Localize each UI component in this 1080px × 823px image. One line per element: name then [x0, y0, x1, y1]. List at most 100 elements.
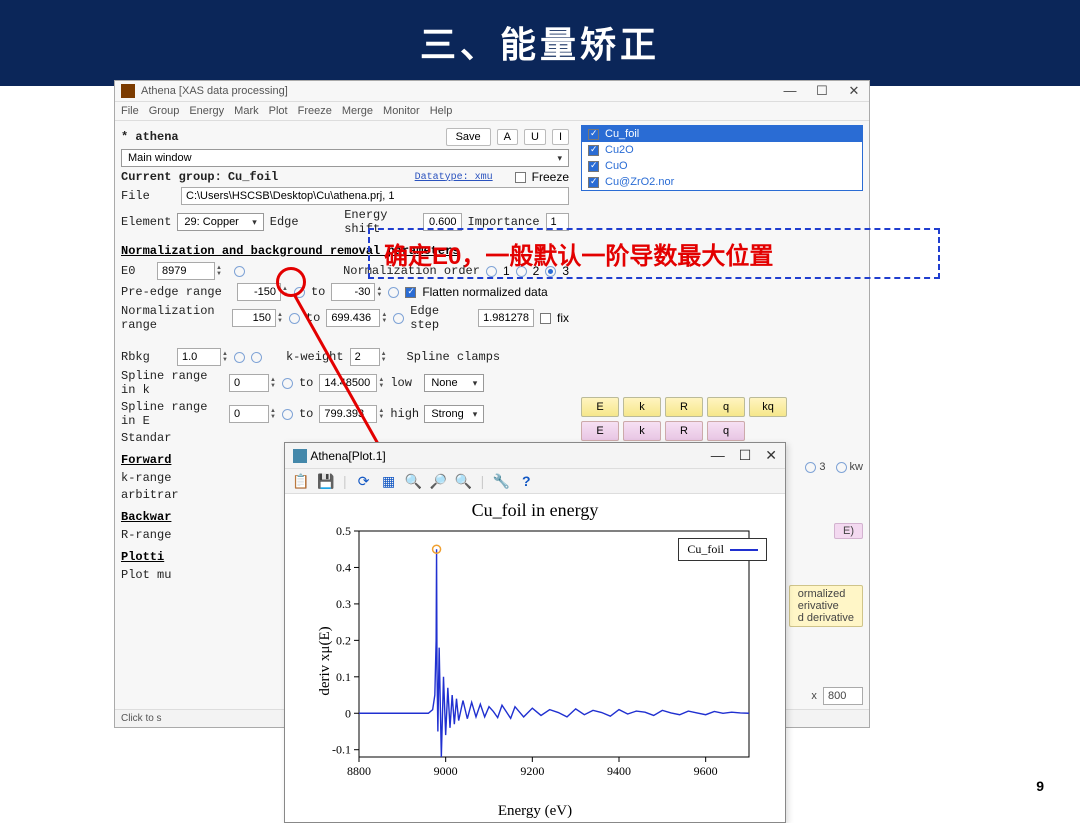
freeze-checkbox[interactable] [515, 172, 526, 183]
menu-mark[interactable]: Mark [234, 105, 258, 117]
current-group: Cu_foil [228, 170, 278, 184]
menu-freeze[interactable]: Freeze [298, 105, 332, 117]
btn-u[interactable]: U [524, 129, 546, 145]
group-item[interactable]: Cu_foil [582, 126, 862, 142]
maximize-button[interactable]: ☐ [813, 83, 831, 99]
group-checkbox[interactable] [588, 177, 599, 188]
menu-file[interactable]: File [121, 105, 139, 117]
app-icon [121, 84, 135, 98]
plot-window: Athena[Plot.1] — ☐ ✕ 📋 💾 | ⟳ ▦ 🔍 🔎 🔍 | 🔧… [284, 442, 786, 823]
clamp-low-dropdown[interactable]: None [424, 374, 484, 392]
plot-buttons-row1: EkRqkq [581, 397, 863, 417]
group-list[interactable]: Cu_foilCu2OCuOCu@ZrO2.nor [581, 125, 863, 191]
norm-hi-pick[interactable] [393, 313, 404, 324]
plot-maximize[interactable]: ☐ [739, 447, 752, 464]
rbkg-pick2[interactable] [251, 352, 262, 363]
help-icon[interactable]: ? [518, 473, 534, 489]
chart-title: Cu_foil in energy [285, 500, 785, 521]
preedge-hi-pick[interactable] [388, 287, 399, 298]
menu-plot[interactable]: Plot [269, 105, 288, 117]
grid-icon[interactable]: ▦ [381, 473, 397, 489]
fix-checkbox[interactable] [540, 313, 551, 324]
chart-canvas: 88009000920094009600-0.100.10.20.30.40.5 [305, 521, 765, 791]
splinek-lo-pick[interactable] [282, 378, 293, 389]
kweight-field[interactable]: 2▲▼ [350, 348, 387, 366]
norm-lo-field[interactable]: 150▲▼ [232, 309, 283, 327]
reset-zoom-icon[interactable]: 🔍 [456, 473, 472, 489]
refresh-icon[interactable]: ⟳ [356, 473, 372, 489]
menu-monitor[interactable]: Monitor [383, 105, 420, 117]
x-axis-label: Energy (eV) [498, 803, 572, 820]
settings-icon[interactable]: 🔧 [493, 473, 509, 489]
spline-k-label: Spline range in k [121, 369, 223, 397]
element-label: Element [121, 215, 171, 229]
group-item[interactable]: Cu2O [582, 142, 862, 158]
menu-group[interactable]: Group [149, 105, 180, 117]
normrange-label: Normalization range [121, 304, 226, 332]
splinee-hi[interactable]: 799.393▲▼ [319, 405, 384, 423]
close-button[interactable]: ✕ [845, 83, 863, 99]
krange-label: k-range [121, 471, 171, 485]
plot-space-k[interactable]: k [623, 397, 661, 417]
element-dropdown[interactable]: 29: Copper [177, 213, 263, 231]
annotation-text-box: 确定E0，一般默认一阶导数最大位置 [368, 228, 940, 279]
plot-toolbar[interactable]: 📋 💾 | ⟳ ▦ 🔍 🔎 🔍 | 🔧 ? [285, 469, 785, 494]
e0-pick-button[interactable] [234, 266, 245, 277]
plot-space-e[interactable]: E [581, 421, 619, 441]
splinee-lo[interactable]: 0▲▼ [229, 405, 276, 423]
group-checkbox[interactable] [588, 129, 599, 140]
to-label2: to [306, 311, 320, 325]
group-checkbox[interactable] [588, 145, 599, 156]
norm-lo-pick[interactable] [289, 313, 300, 324]
rbkg-field[interactable]: 1.0▲▼ [177, 348, 228, 366]
svg-text:0: 0 [345, 706, 351, 720]
spline-clamps-label: Spline clamps [407, 350, 501, 364]
datatype-link[interactable]: Datatype: xmu [415, 172, 493, 183]
splinek-hi[interactable]: 14.48500▲▼ [319, 374, 384, 392]
plot-space-kq[interactable]: kq [749, 397, 787, 417]
clamp-high-dropdown[interactable]: Strong [424, 405, 484, 423]
group-item[interactable]: CuO [582, 158, 862, 174]
file-path-field: C:\Users\HSCSB\Desktop\Cu\athena.prj, 1 [181, 187, 569, 205]
splinek-lo[interactable]: 0▲▼ [229, 374, 276, 392]
preedge-label: Pre-edge range [121, 285, 231, 299]
plot-space-e[interactable]: E [581, 397, 619, 417]
menu-energy[interactable]: Energy [189, 105, 224, 117]
rbkg-pick[interactable] [234, 352, 245, 363]
preedge-hi-field[interactable]: -30▲▼ [331, 283, 382, 301]
to-label3: to [299, 376, 313, 390]
minimize-button[interactable]: — [781, 83, 799, 99]
plot-buttons-row2: EkRq [581, 421, 863, 441]
save-plot-icon[interactable]: 💾 [318, 473, 334, 489]
menu-help[interactable]: Help [430, 105, 453, 117]
edgestep-field[interactable]: 1.981278 [478, 309, 534, 327]
menubar[interactable]: File Group Energy Mark Plot Freeze Merge Monito… [115, 102, 869, 121]
e0-label: E0 [121, 264, 151, 278]
plot-close[interactable]: ✕ [765, 447, 777, 464]
plot-space-q[interactable]: q [707, 421, 745, 441]
plot-space-q[interactable]: q [707, 397, 745, 417]
plot-minimize[interactable]: — [711, 447, 725, 464]
group-checkbox[interactable] [588, 161, 599, 172]
norm-hi-field[interactable]: 699.436▲▼ [326, 309, 387, 327]
btn-a[interactable]: A [497, 129, 518, 145]
svg-text:9600: 9600 [694, 764, 718, 778]
save-button[interactable]: Save [446, 128, 491, 146]
flatten-checkbox[interactable] [405, 287, 416, 298]
plot-space-k[interactable]: k [623, 421, 661, 441]
zoom-in-icon[interactable]: 🔍 [406, 473, 422, 489]
group-item[interactable]: Cu@ZrO2.nor [582, 174, 862, 190]
svg-text:9000: 9000 [434, 764, 458, 778]
fix-label: fix [557, 311, 569, 325]
plot-space-r[interactable]: R [665, 421, 703, 441]
menu-merge[interactable]: Merge [342, 105, 373, 117]
arbitrary-label: arbitrar [121, 488, 179, 502]
edge-label: Edge [270, 215, 299, 229]
zoom-out-icon[interactable]: 🔎 [431, 473, 447, 489]
clipboard-icon[interactable]: 📋 [293, 473, 309, 489]
btn-i[interactable]: I [552, 129, 569, 145]
e0-field[interactable]: 8979▲▼ [157, 262, 222, 280]
splinee-lo-pick[interactable] [282, 409, 293, 420]
plot-space-r[interactable]: R [665, 397, 703, 417]
main-window-dropdown[interactable]: Main window [121, 149, 569, 167]
